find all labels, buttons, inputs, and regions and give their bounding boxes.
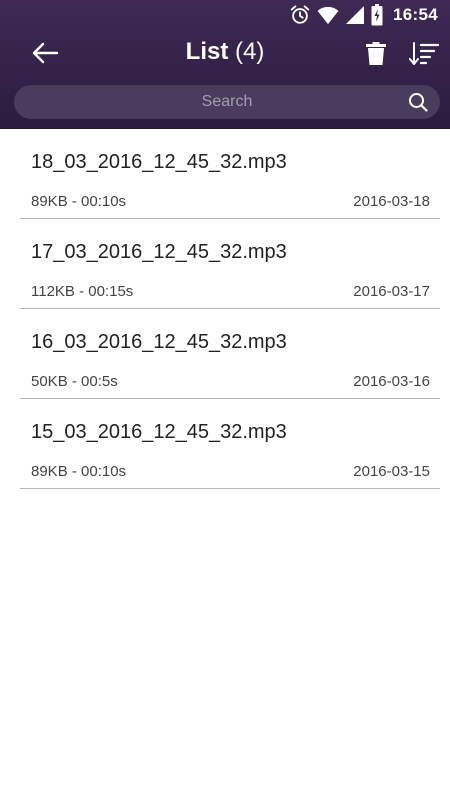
sort-icon [409, 41, 440, 71]
file-date: 2016-03-16 [353, 373, 430, 390]
app-bar: List (4) [0, 30, 450, 80]
search-input[interactable] [14, 85, 440, 119]
battery-icon [371, 4, 383, 26]
file-date: 2016-03-15 [353, 463, 430, 480]
wifi-icon [317, 5, 339, 25]
list-item[interactable]: 15_03_2016_12_45_32.mp3 89KB - 00:10s 20… [20, 399, 440, 489]
list-item[interactable]: 16_03_2016_12_45_32.mp3 50KB - 00:5s 201… [20, 309, 440, 399]
search-bar [14, 85, 440, 119]
delete-button[interactable] [362, 41, 390, 71]
file-date: 2016-03-18 [353, 193, 430, 210]
status-bar: 16:54 [0, 0, 450, 30]
app-header: 16:54 List (4) [0, 0, 450, 129]
back-button[interactable] [28, 40, 62, 70]
search-icon[interactable] [408, 92, 428, 112]
item-count: (4) [235, 38, 265, 65]
file-size-duration: 89KB - 00:10s [31, 193, 127, 210]
file-name: 15_03_2016_12_45_32.mp3 [31, 421, 287, 443]
file-size-duration: 112KB - 00:15s [31, 283, 134, 300]
list-item[interactable]: 17_03_2016_12_45_32.mp3 112KB - 00:15s 2… [20, 219, 440, 309]
status-time: 16:54 [393, 5, 438, 24]
alarm-icon [289, 4, 311, 26]
file-name: 16_03_2016_12_45_32.mp3 [31, 331, 287, 353]
arrow-left-icon [31, 41, 59, 70]
file-date: 2016-03-17 [353, 283, 430, 300]
file-size-duration: 50KB - 00:5s [31, 373, 118, 390]
sort-button[interactable] [408, 41, 440, 71]
file-name: 17_03_2016_12_45_32.mp3 [31, 241, 287, 263]
signal-icon [345, 5, 365, 25]
recording-list: 18_03_2016_12_45_32.mp3 89KB - 00:10s 20… [20, 129, 440, 489]
trash-icon [366, 41, 386, 71]
page-title-text: List [185, 38, 229, 65]
file-size-duration: 89KB - 00:10s [31, 463, 127, 480]
file-name: 18_03_2016_12_45_32.mp3 [31, 151, 287, 173]
list-item[interactable]: 18_03_2016_12_45_32.mp3 89KB - 00:10s 20… [20, 129, 440, 219]
